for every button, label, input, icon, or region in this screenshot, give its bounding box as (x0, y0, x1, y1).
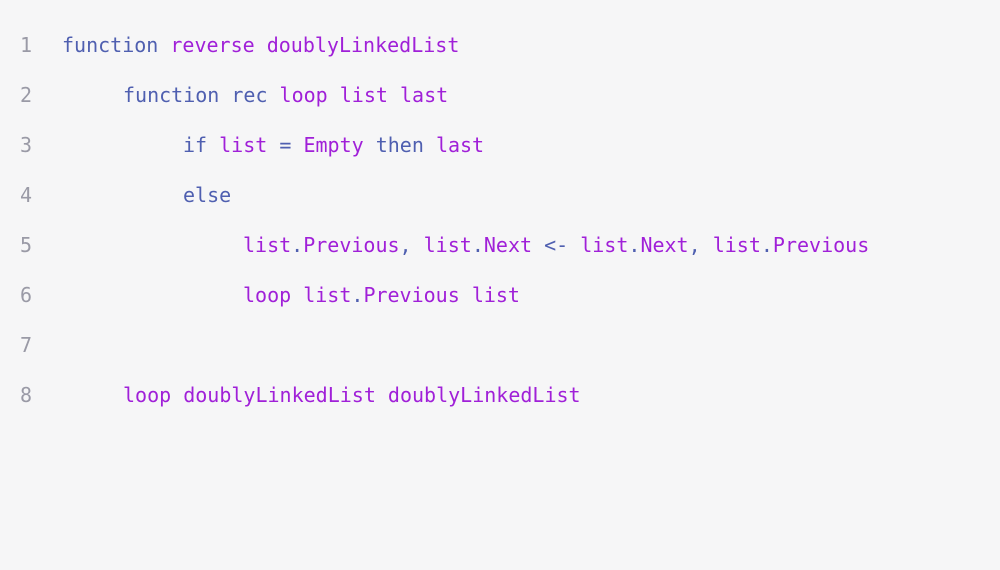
line-number: 3 (20, 133, 33, 157)
code-token-punct: . (760, 233, 773, 257)
code-token-keyword: rec (231, 83, 268, 107)
code-token-ident: Previous (303, 233, 400, 257)
code-content: list.Previous, list.Next <- list.Next, l… (243, 220, 869, 270)
code-token-ident: Previous (772, 233, 870, 257)
code-token-ident: list (471, 283, 520, 307)
code-token-ident: list (423, 233, 472, 257)
code-token-ident: loop (123, 383, 172, 407)
code-token-ident: loop (279, 83, 328, 107)
code-token-ident: Empty (303, 133, 364, 157)
code-line-7: 7 (0, 320, 1000, 370)
code-token-ident: Next (640, 233, 689, 257)
code-token-ident: doublyLinkedList (387, 383, 581, 407)
code-content: function rec loop list last (123, 70, 448, 120)
code-token-punct: , (688, 233, 701, 257)
line-number: 8 (20, 383, 33, 407)
code-token-ident: reverse (170, 33, 255, 57)
line-number: 4 (20, 183, 33, 207)
line-number: 5 (20, 233, 33, 257)
code-token-ident: doublyLinkedList (183, 383, 376, 407)
code-line-4: 4 else (0, 170, 1000, 220)
code-line-3: 3 if list = Empty then last (0, 120, 1000, 170)
code-token-op: <- (544, 233, 569, 257)
code-token-keyword: function (123, 83, 220, 107)
code-viewer: 1 function reverse doublyLinkedList 2 fu… (0, 0, 1000, 460)
code-content: if list = Empty then last (183, 120, 484, 170)
code-token-ident: loop (243, 283, 292, 307)
code-token-ident: last (435, 133, 485, 157)
code-token-ident: list (243, 233, 292, 257)
code-token-ident: doublyLinkedList (266, 33, 460, 57)
code-token-keyword: if (183, 133, 208, 157)
code-token-keyword: function (62, 33, 159, 57)
code-token-ident: list (303, 283, 352, 307)
code-content: loop doublyLinkedList doublyLinkedList (123, 370, 581, 420)
code-content: function reverse doublyLinkedList (62, 20, 459, 70)
code-token-ident: last (399, 83, 449, 107)
code-token-punct: . (351, 283, 364, 307)
code-token-keyword: then (375, 133, 424, 157)
code-token-punct: . (471, 233, 484, 257)
code-token-punct: . (291, 233, 304, 257)
code-line-1: 1 function reverse doublyLinkedList (0, 20, 1000, 70)
code-token-keyword: else (183, 183, 232, 207)
code-token-ident: Previous (363, 283, 460, 307)
code-token-punct: . (628, 233, 641, 257)
code-token-ident: list (219, 133, 268, 157)
line-number: 7 (20, 333, 33, 357)
code-line-8: 8 loop doublyLinkedList doublyLinkedList (0, 370, 1000, 420)
code-content: loop list.Previous list (243, 270, 520, 320)
line-number: 6 (20, 283, 33, 307)
code-token-ident: list (712, 233, 761, 257)
code-token-ident: Next (483, 233, 533, 257)
line-number: 1 (20, 33, 33, 57)
code-token-ident: list (339, 83, 388, 107)
code-content: else (183, 170, 231, 220)
line-number: 2 (20, 83, 33, 107)
code-line-5: 5 list.Previous, list.Next <- list.Next,… (0, 220, 1000, 270)
code-line-2: 2 function rec loop list last (0, 70, 1000, 120)
code-token-op: = (279, 133, 292, 157)
code-token-punct: , (399, 233, 412, 257)
code-token-ident: list (580, 233, 629, 257)
code-line-6: 6 loop list.Previous list (0, 270, 1000, 320)
